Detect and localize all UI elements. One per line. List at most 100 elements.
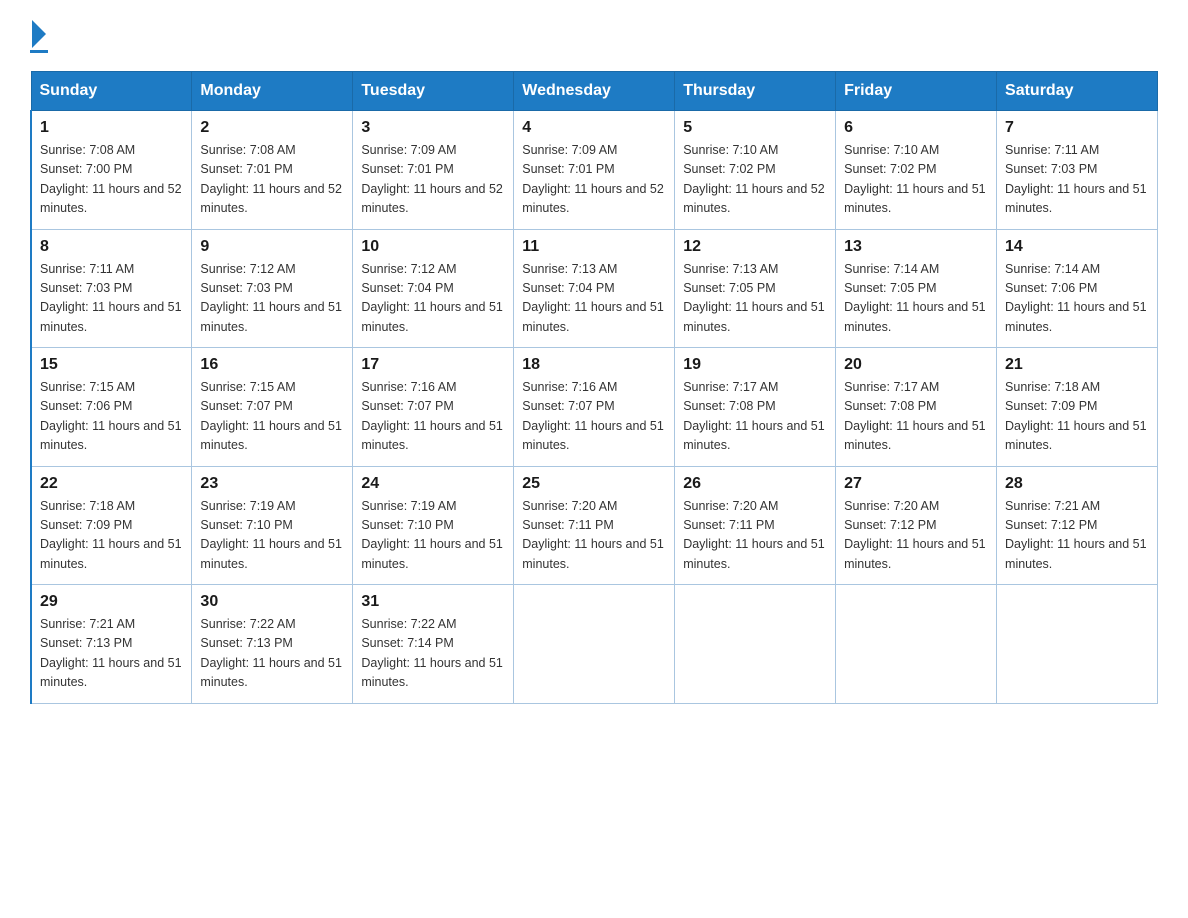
calendar-day-cell: 19 Sunrise: 7:17 AMSunset: 7:08 PMDaylig… <box>675 348 836 467</box>
calendar-day-cell: 2 Sunrise: 7:08 AMSunset: 7:01 PMDayligh… <box>192 111 353 230</box>
calendar-day-cell: 17 Sunrise: 7:16 AMSunset: 7:07 PMDaylig… <box>353 348 514 467</box>
day-number: 10 <box>361 238 505 256</box>
day-number: 11 <box>522 238 666 256</box>
day-info: Sunrise: 7:17 AMSunset: 7:08 PMDaylight:… <box>683 378 827 456</box>
day-info: Sunrise: 7:09 AMSunset: 7:01 PMDaylight:… <box>361 141 505 219</box>
day-info: Sunrise: 7:15 AMSunset: 7:06 PMDaylight:… <box>40 378 183 456</box>
calendar-day-cell: 24 Sunrise: 7:19 AMSunset: 7:10 PMDaylig… <box>353 466 514 585</box>
day-info: Sunrise: 7:10 AMSunset: 7:02 PMDaylight:… <box>844 141 988 219</box>
calendar-day-cell: 10 Sunrise: 7:12 AMSunset: 7:04 PMDaylig… <box>353 229 514 348</box>
calendar-day-header: Tuesday <box>353 72 514 111</box>
day-info: Sunrise: 7:19 AMSunset: 7:10 PMDaylight:… <box>361 497 505 575</box>
calendar-day-cell: 12 Sunrise: 7:13 AMSunset: 7:05 PMDaylig… <box>675 229 836 348</box>
calendar-day-cell: 13 Sunrise: 7:14 AMSunset: 7:05 PMDaylig… <box>836 229 997 348</box>
day-info: Sunrise: 7:20 AMSunset: 7:12 PMDaylight:… <box>844 497 988 575</box>
day-number: 22 <box>40 475 183 493</box>
calendar-day-header: Wednesday <box>514 72 675 111</box>
day-info: Sunrise: 7:20 AMSunset: 7:11 PMDaylight:… <box>683 497 827 575</box>
day-number: 13 <box>844 238 988 256</box>
calendar-table: SundayMondayTuesdayWednesdayThursdayFrid… <box>30 71 1158 704</box>
day-number: 3 <box>361 119 505 137</box>
day-number: 2 <box>200 119 344 137</box>
day-info: Sunrise: 7:10 AMSunset: 7:02 PMDaylight:… <box>683 141 827 219</box>
day-number: 1 <box>40 119 183 137</box>
calendar-week-row: 8 Sunrise: 7:11 AMSunset: 7:03 PMDayligh… <box>31 229 1158 348</box>
day-info: Sunrise: 7:22 AMSunset: 7:13 PMDaylight:… <box>200 615 344 693</box>
day-info: Sunrise: 7:17 AMSunset: 7:08 PMDaylight:… <box>844 378 988 456</box>
calendar-day-cell: 26 Sunrise: 7:20 AMSunset: 7:11 PMDaylig… <box>675 466 836 585</box>
calendar-day-cell: 27 Sunrise: 7:20 AMSunset: 7:12 PMDaylig… <box>836 466 997 585</box>
day-info: Sunrise: 7:08 AMSunset: 7:00 PMDaylight:… <box>40 141 183 219</box>
calendar-day-cell: 25 Sunrise: 7:20 AMSunset: 7:11 PMDaylig… <box>514 466 675 585</box>
day-number: 23 <box>200 475 344 493</box>
calendar-day-cell: 22 Sunrise: 7:18 AMSunset: 7:09 PMDaylig… <box>31 466 192 585</box>
day-info: Sunrise: 7:13 AMSunset: 7:05 PMDaylight:… <box>683 260 827 338</box>
calendar-day-cell <box>675 585 836 704</box>
day-info: Sunrise: 7:18 AMSunset: 7:09 PMDaylight:… <box>1005 378 1149 456</box>
day-number: 5 <box>683 119 827 137</box>
day-number: 7 <box>1005 119 1149 137</box>
day-number: 27 <box>844 475 988 493</box>
calendar-day-cell: 18 Sunrise: 7:16 AMSunset: 7:07 PMDaylig… <box>514 348 675 467</box>
calendar-day-cell: 11 Sunrise: 7:13 AMSunset: 7:04 PMDaylig… <box>514 229 675 348</box>
day-info: Sunrise: 7:16 AMSunset: 7:07 PMDaylight:… <box>361 378 505 456</box>
logo-underline <box>30 50 48 53</box>
day-info: Sunrise: 7:14 AMSunset: 7:05 PMDaylight:… <box>844 260 988 338</box>
day-info: Sunrise: 7:21 AMSunset: 7:12 PMDaylight:… <box>1005 497 1149 575</box>
calendar-day-cell: 6 Sunrise: 7:10 AMSunset: 7:02 PMDayligh… <box>836 111 997 230</box>
day-info: Sunrise: 7:20 AMSunset: 7:11 PMDaylight:… <box>522 497 666 575</box>
day-info: Sunrise: 7:16 AMSunset: 7:07 PMDaylight:… <box>522 378 666 456</box>
calendar-day-cell: 28 Sunrise: 7:21 AMSunset: 7:12 PMDaylig… <box>997 466 1158 585</box>
calendar-day-cell: 7 Sunrise: 7:11 AMSunset: 7:03 PMDayligh… <box>997 111 1158 230</box>
day-number: 15 <box>40 356 183 374</box>
day-number: 4 <box>522 119 666 137</box>
day-info: Sunrise: 7:14 AMSunset: 7:06 PMDaylight:… <box>1005 260 1149 338</box>
calendar-day-cell: 9 Sunrise: 7:12 AMSunset: 7:03 PMDayligh… <box>192 229 353 348</box>
calendar-day-cell <box>836 585 997 704</box>
calendar-day-cell: 3 Sunrise: 7:09 AMSunset: 7:01 PMDayligh… <box>353 111 514 230</box>
calendar-day-cell: 23 Sunrise: 7:19 AMSunset: 7:10 PMDaylig… <box>192 466 353 585</box>
page-header <box>30 20 1158 53</box>
day-info: Sunrise: 7:12 AMSunset: 7:04 PMDaylight:… <box>361 260 505 338</box>
calendar-week-row: 15 Sunrise: 7:15 AMSunset: 7:06 PMDaylig… <box>31 348 1158 467</box>
day-number: 9 <box>200 238 344 256</box>
calendar-week-row: 1 Sunrise: 7:08 AMSunset: 7:00 PMDayligh… <box>31 111 1158 230</box>
day-number: 21 <box>1005 356 1149 374</box>
day-info: Sunrise: 7:08 AMSunset: 7:01 PMDaylight:… <box>200 141 344 219</box>
day-number: 17 <box>361 356 505 374</box>
calendar-day-cell: 5 Sunrise: 7:10 AMSunset: 7:02 PMDayligh… <box>675 111 836 230</box>
calendar-header-row: SundayMondayTuesdayWednesdayThursdayFrid… <box>31 72 1158 111</box>
day-number: 29 <box>40 593 183 611</box>
day-number: 18 <box>522 356 666 374</box>
day-number: 16 <box>200 356 344 374</box>
day-info: Sunrise: 7:11 AMSunset: 7:03 PMDaylight:… <box>40 260 183 338</box>
day-info: Sunrise: 7:19 AMSunset: 7:10 PMDaylight:… <box>200 497 344 575</box>
day-info: Sunrise: 7:09 AMSunset: 7:01 PMDaylight:… <box>522 141 666 219</box>
day-number: 6 <box>844 119 988 137</box>
day-info: Sunrise: 7:13 AMSunset: 7:04 PMDaylight:… <box>522 260 666 338</box>
day-number: 20 <box>844 356 988 374</box>
calendar-day-cell: 31 Sunrise: 7:22 AMSunset: 7:14 PMDaylig… <box>353 585 514 704</box>
calendar-week-row: 22 Sunrise: 7:18 AMSunset: 7:09 PMDaylig… <box>31 466 1158 585</box>
day-number: 19 <box>683 356 827 374</box>
day-number: 12 <box>683 238 827 256</box>
calendar-day-cell <box>997 585 1158 704</box>
day-info: Sunrise: 7:21 AMSunset: 7:13 PMDaylight:… <box>40 615 183 693</box>
logo <box>30 20 48 53</box>
calendar-day-cell: 14 Sunrise: 7:14 AMSunset: 7:06 PMDaylig… <box>997 229 1158 348</box>
calendar-day-cell: 1 Sunrise: 7:08 AMSunset: 7:00 PMDayligh… <box>31 111 192 230</box>
day-info: Sunrise: 7:12 AMSunset: 7:03 PMDaylight:… <box>200 260 344 338</box>
calendar-day-cell: 21 Sunrise: 7:18 AMSunset: 7:09 PMDaylig… <box>997 348 1158 467</box>
day-number: 14 <box>1005 238 1149 256</box>
day-number: 31 <box>361 593 505 611</box>
calendar-day-cell: 4 Sunrise: 7:09 AMSunset: 7:01 PMDayligh… <box>514 111 675 230</box>
logo-triangle-icon <box>32 20 46 48</box>
day-number: 30 <box>200 593 344 611</box>
calendar-day-header: Monday <box>192 72 353 111</box>
calendar-day-header: Sunday <box>31 72 192 111</box>
day-number: 8 <box>40 238 183 256</box>
day-number: 25 <box>522 475 666 493</box>
calendar-day-cell: 30 Sunrise: 7:22 AMSunset: 7:13 PMDaylig… <box>192 585 353 704</box>
calendar-day-header: Friday <box>836 72 997 111</box>
calendar-day-cell: 29 Sunrise: 7:21 AMSunset: 7:13 PMDaylig… <box>31 585 192 704</box>
